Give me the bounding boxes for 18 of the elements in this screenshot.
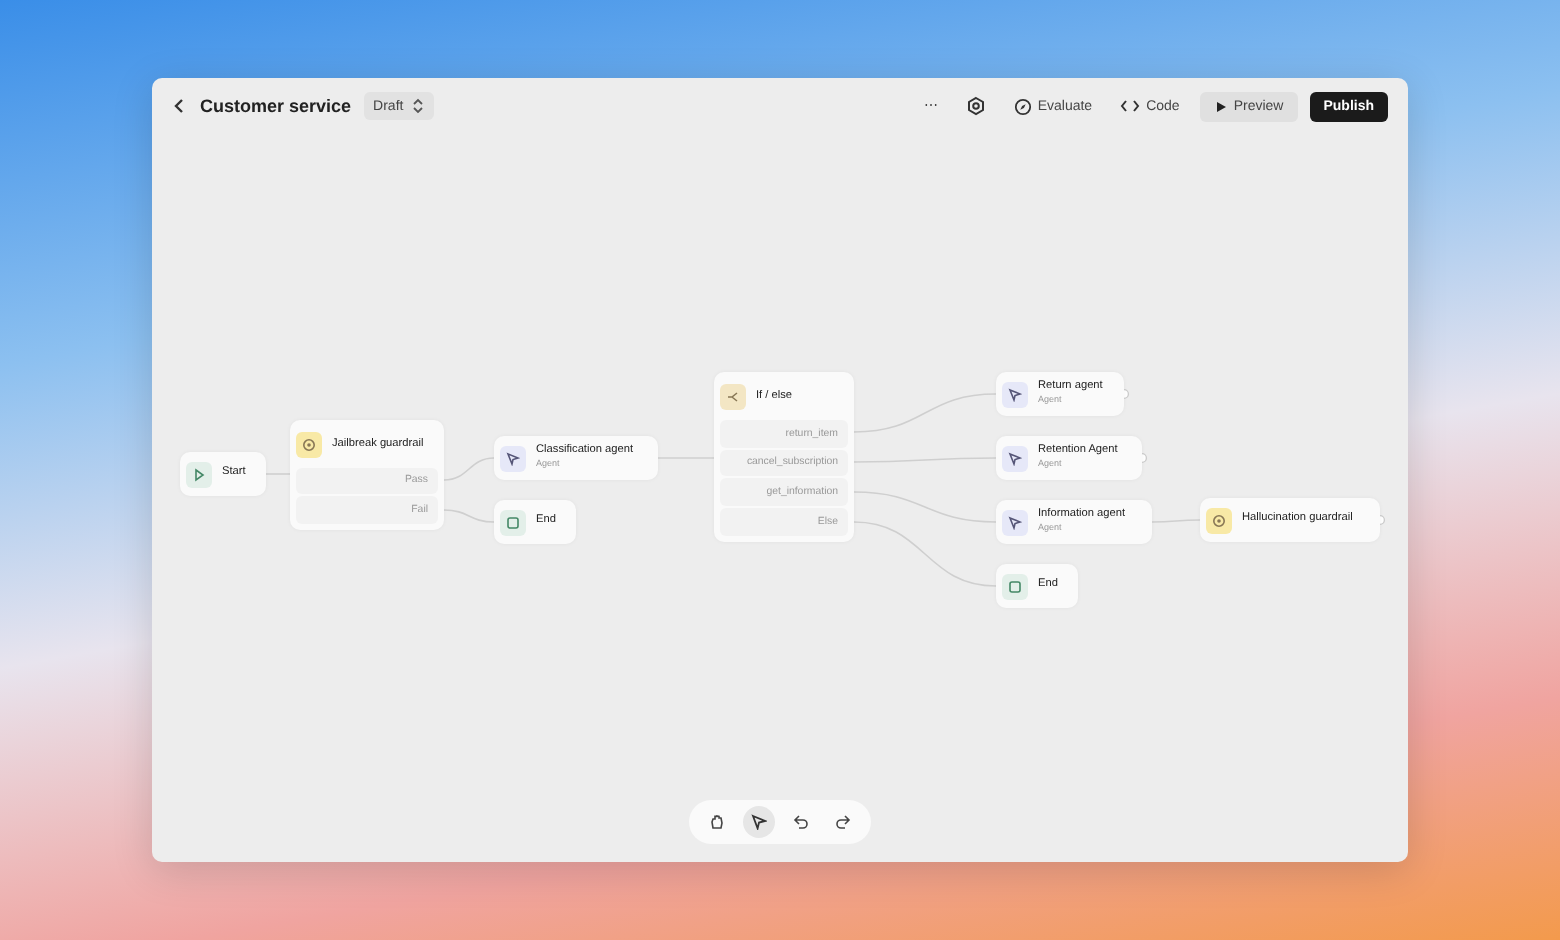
- hand-icon: [709, 814, 725, 830]
- end-icon: [500, 509, 526, 535]
- connector-line: [853, 393, 997, 433]
- code-icon: [1120, 98, 1141, 114]
- play-icon: [1213, 99, 1228, 113]
- undo-icon: [793, 814, 809, 830]
- settings-icon: [965, 96, 986, 116]
- chevron-icon: [411, 98, 424, 114]
- back-icon: [172, 98, 188, 114]
- compass-icon: [1013, 97, 1032, 115]
- connector-line: [443, 509, 495, 523]
- connector-line: [443, 457, 495, 481]
- start-icon: [186, 461, 212, 487]
- pointer-tool[interactable]: [743, 806, 775, 838]
- pointer-icon: [751, 814, 767, 830]
- end-icon: [1002, 573, 1028, 599]
- workflow-title: Customer service: [200, 96, 352, 116]
- redo-icon: [835, 814, 851, 830]
